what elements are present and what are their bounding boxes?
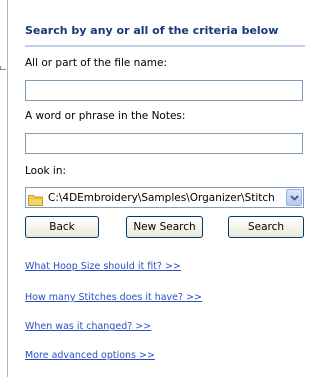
changed-date-link[interactable]: When was it changed? >>	[25, 321, 151, 332]
folder-icon	[28, 191, 44, 206]
search-panel: Search by any or all of the criteria bel…	[0, 0, 320, 377]
edge-tick	[0, 66, 6, 70]
chevron-down-icon[interactable]	[286, 189, 302, 206]
file-name-label: All or part of the file name:	[25, 57, 167, 69]
advanced-options-link[interactable]: More advanced options >>	[25, 350, 155, 361]
new-search-button[interactable]: New Search	[126, 216, 203, 238]
look-in-path: C:\4DEmbroidery\Samples\Organizer\Stitch	[48, 191, 275, 204]
search-button[interactable]: Search	[228, 216, 304, 238]
file-name-input[interactable]	[25, 80, 303, 101]
stitches-link[interactable]: How many Stitches does it have? >>	[25, 292, 202, 303]
notes-label: A word or phrase in the Notes:	[25, 110, 186, 122]
panel-heading: Search by any or all of the criteria bel…	[25, 24, 279, 37]
look-in-select[interactable]: C:\4DEmbroidery\Samples\Organizer\Stitch	[25, 187, 304, 208]
panel-left-border	[7, 0, 8, 377]
heading-divider	[25, 45, 305, 47]
look-in-label: Look in:	[25, 165, 67, 177]
back-button[interactable]: Back	[25, 216, 99, 238]
notes-input[interactable]	[25, 133, 303, 154]
hoop-size-link[interactable]: What Hoop Size should it fit? >>	[25, 261, 181, 272]
